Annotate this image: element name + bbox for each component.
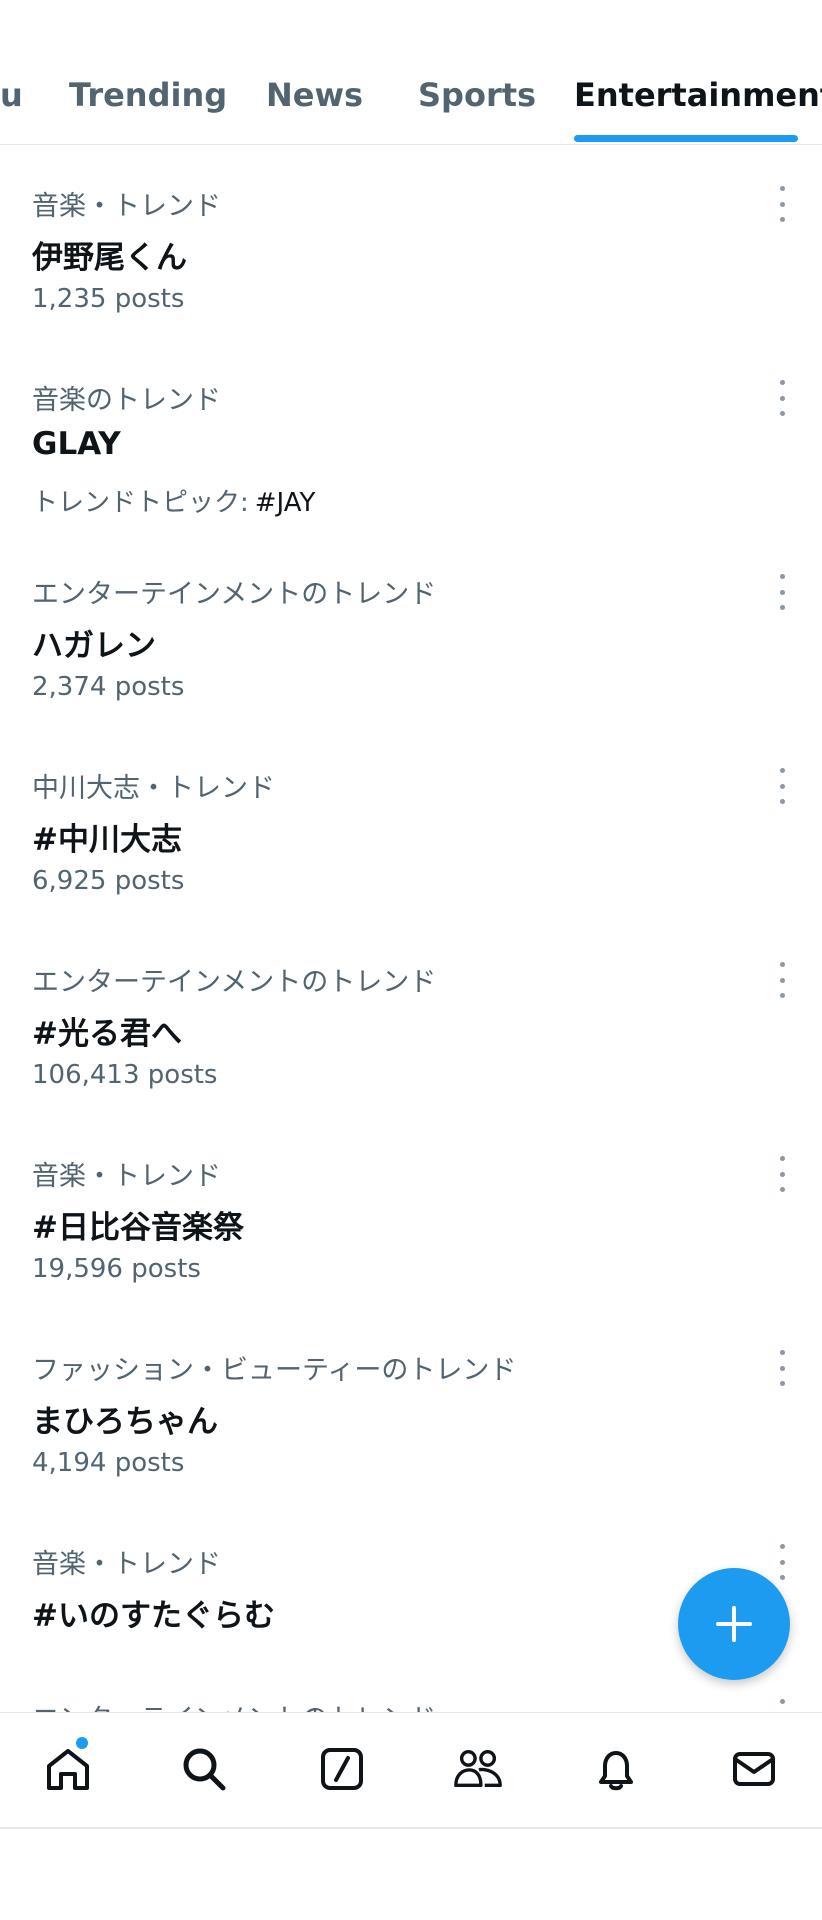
trend-post-count: 106,413 posts [32, 1060, 218, 1090]
tab-for-you[interactable]: u [0, 76, 23, 114]
trend-name: #日比谷音楽祭 [32, 1210, 244, 1246]
trend-post-count: 6,925 posts [32, 866, 185, 896]
nav-grok[interactable] [316, 1743, 368, 1795]
trend-post-count: 1,235 posts [32, 284, 185, 314]
trend-name: まひろちゃん [32, 1404, 218, 1440]
unread-dot [76, 1737, 88, 1749]
trend-category: 音楽・トレンド [32, 1549, 221, 1580]
trend-category: エンターテインメントのトレンド [32, 967, 437, 998]
nav-messages[interactable] [728, 1743, 780, 1795]
trend-item[interactable]: エンターテインメントのトレンド #光る君へ 106,413 posts [0, 934, 822, 1128]
tab-sports[interactable]: Sports [418, 76, 536, 114]
bottom-navigation [0, 1712, 822, 1829]
trend-item[interactable]: 中川大志・トレンド #中川大志 6,925 posts [0, 740, 822, 934]
more-options-icon[interactable] [772, 380, 792, 416]
trend-category: エンターテインメントのトレンド [32, 579, 437, 610]
nav-home[interactable] [42, 1737, 94, 1795]
search-icon [183, 1748, 226, 1791]
tab-trending[interactable]: Trending [69, 76, 227, 114]
trend-category: 音楽・トレンド [32, 1161, 221, 1192]
trend-category: 音楽のトレンド [32, 385, 221, 416]
trend-name: #中川大志 [32, 822, 182, 858]
more-options-icon[interactable] [772, 1350, 792, 1386]
notifications-icon [599, 1751, 633, 1791]
trend-post-count: 4,194 posts [32, 1448, 185, 1478]
communities-icon [454, 1749, 502, 1788]
messages-icon [733, 1752, 775, 1786]
trend-post-count: 2,374 posts [32, 672, 185, 702]
trend-name: #光る君へ [32, 1016, 182, 1052]
explore-tabs: u Trending News Sports Entertainment [0, 0, 822, 145]
trend-post-count: 19,596 posts [32, 1254, 201, 1284]
home-icon [47, 1749, 89, 1790]
trend-name: GLAY [32, 426, 121, 462]
more-options-icon[interactable] [772, 186, 792, 222]
active-tab-indicator [574, 135, 798, 142]
trending-topic-tag[interactable]: #JAY [255, 488, 316, 518]
trend-name: 伊野尾くん [32, 240, 187, 276]
plus-icon [716, 1606, 752, 1642]
grok-icon [321, 1748, 363, 1790]
trending-topic-label: トレンドトピック: [32, 488, 249, 518]
trend-item[interactable]: エンターテインメントのトレンド ハガレン 2,374 posts [0, 546, 822, 740]
trend-item[interactable]: 音楽・トレンド 伊野尾くん 1,235 posts [0, 158, 822, 352]
trend-category: ファッション・ビューティーのトレンド [32, 1355, 517, 1386]
more-options-icon[interactable] [772, 574, 792, 610]
more-options-icon[interactable] [772, 768, 792, 804]
trend-category: 音楽・トレンド [32, 191, 221, 222]
trend-item[interactable]: 音楽のトレンド GLAY トレンドトピック: #JAY [0, 352, 822, 546]
nav-search[interactable] [178, 1743, 230, 1795]
tab-entertainment[interactable]: Entertainment [574, 76, 822, 114]
trend-name: #いのすたぐらむ [32, 1598, 275, 1634]
trend-item[interactable]: 音楽・トレンド #日比谷音楽祭 19,596 posts [0, 1128, 822, 1322]
more-options-icon[interactable] [772, 962, 792, 998]
trend-item[interactable]: ファッション・ビューティーのトレンド まひろちゃん 4,194 posts [0, 1322, 822, 1516]
trend-category: 中川大志・トレンド [32, 773, 275, 804]
trending-topic: トレンドトピック: #JAY [32, 482, 315, 519]
more-options-icon[interactable] [772, 1156, 792, 1192]
trend-name: ハガレン [32, 628, 156, 664]
tab-news[interactable]: News [266, 76, 363, 114]
more-options-icon[interactable] [772, 1544, 792, 1580]
nav-notifications[interactable] [590, 1743, 642, 1795]
nav-communities[interactable] [452, 1743, 504, 1795]
compose-button[interactable] [678, 1568, 790, 1680]
